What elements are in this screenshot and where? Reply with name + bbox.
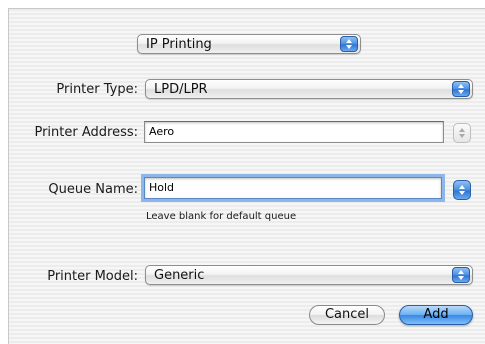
up-down-arrows-icon <box>452 267 470 283</box>
printer-model-value: Generic <box>154 268 205 283</box>
queue-name-value: Hold <box>149 181 175 194</box>
connection-type-value: IP Printing <box>146 37 212 52</box>
stepper-arrows-icon <box>459 128 465 138</box>
add-button[interactable]: Add <box>399 305 473 325</box>
queue-name-label: Queue Name: <box>48 182 138 197</box>
queue-name-stepper[interactable] <box>453 180 471 200</box>
printer-type-popup[interactable]: LPD/LPR <box>145 79 473 99</box>
printer-address-field[interactable]: Aero <box>144 121 444 143</box>
printer-address-label: Printer Address: <box>34 125 138 140</box>
connection-type-popup[interactable]: IP Printing <box>137 34 361 54</box>
printer-model-popup[interactable]: Generic <box>145 265 473 285</box>
printer-type-label: Printer Type: <box>56 82 138 97</box>
printer-model-label: Printer Model: <box>47 269 138 284</box>
printer-type-value: LPD/LPR <box>154 82 208 97</box>
queue-name-field[interactable]: Hold <box>144 177 442 199</box>
printer-address-value: Aero <box>149 125 175 138</box>
up-down-arrows-icon <box>340 36 358 52</box>
cancel-button[interactable]: Cancel <box>309 305 385 325</box>
printer-address-stepper[interactable] <box>453 123 471 143</box>
stepper-arrows-icon <box>459 185 465 195</box>
print-dialog-panel: IP Printing Printer Type: LPD/LPR Printe… <box>8 8 485 344</box>
queue-name-hint: Leave blank for default queue <box>146 211 297 222</box>
up-down-arrows-icon <box>452 81 470 97</box>
